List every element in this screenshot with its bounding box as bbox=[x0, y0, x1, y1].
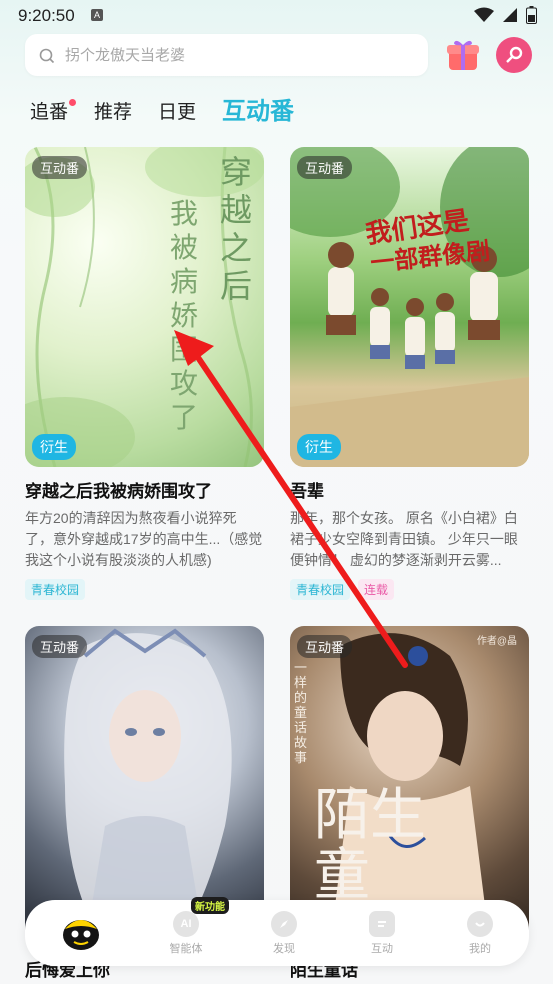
gamepad-icon bbox=[506, 46, 523, 63]
interact-icon bbox=[369, 910, 395, 937]
gift-icon[interactable] bbox=[446, 38, 480, 72]
tab-label: 互动番 bbox=[222, 98, 295, 125]
badge-interactive: 互动番 bbox=[297, 635, 353, 658]
nav-label: 智能体 bbox=[169, 942, 203, 955]
tag-genre[interactable]: 青春校园 bbox=[290, 579, 351, 600]
nav-agent[interactable]: 新功能 AI 智能体 bbox=[137, 896, 235, 956]
cover-vertical-text: 一样的童话故事 bbox=[294, 660, 308, 765]
cover-illustration bbox=[290, 147, 529, 467]
tab-interactive[interactable]: 互动番 bbox=[222, 91, 294, 132]
badge-derivative: 衍生 bbox=[297, 434, 341, 460]
notification-dot bbox=[69, 99, 77, 106]
tab-following[interactable]: 追番 bbox=[30, 97, 77, 132]
search-row bbox=[25, 34, 535, 78]
status-bar: 9:20:50 A bbox=[0, 0, 553, 32]
card-description: 年方20的清辞因为熬夜看小说猝死了，意外穿越成17岁的高中生...（感觉我这个小… bbox=[25, 510, 263, 568]
tab-label: 追番 bbox=[30, 102, 69, 123]
cover-author: 作者@晶 bbox=[476, 636, 517, 647]
new-feature-badge: 新功能 bbox=[191, 896, 229, 914]
badge-interactive: 互动番 bbox=[32, 635, 88, 658]
badge-interactive: 互动番 bbox=[32, 156, 88, 179]
nav-label: 我的 bbox=[469, 942, 491, 955]
badge-derivative: 衍生 bbox=[32, 434, 76, 460]
content-card[interactable]: 我们这是 一部群像剧 互动番 衍生 吾辈 那年，那个女孩。 原名《小白裙》白裙子… bbox=[290, 147, 529, 600]
status-icons bbox=[474, 6, 537, 24]
tab-label: 推荐 bbox=[94, 102, 133, 123]
status-time: 9:20:50 bbox=[18, 6, 75, 25]
tab-recommend[interactable]: 推荐 bbox=[94, 97, 132, 132]
tab-label: 日更 bbox=[158, 102, 197, 123]
card-cover[interactable]: 作者@晶 一样的童话故事 陌生童 互动番 bbox=[290, 626, 529, 946]
wifi-icon bbox=[474, 7, 494, 22]
content-card[interactable]: 作者@晶 一样的童话故事 陌生童 互动番 bbox=[290, 626, 529, 946]
game-icon[interactable] bbox=[496, 37, 532, 73]
ai-icon: AI bbox=[173, 910, 199, 937]
card-title: 吾辈 bbox=[290, 482, 324, 501]
tag-row: 青春校园 连载 bbox=[290, 579, 529, 600]
cover-big-title: 陌生童 bbox=[314, 783, 426, 908]
profile-icon bbox=[467, 910, 493, 937]
nav-label: 互动 bbox=[371, 942, 393, 955]
content-card[interactable]: 互动番 bbox=[25, 626, 264, 946]
card-title: 穿越之后我被病娇围攻了 bbox=[25, 482, 212, 501]
cover-title-vertical: 穿越之后 bbox=[220, 153, 253, 305]
mascot-icon bbox=[63, 920, 99, 950]
search-input[interactable] bbox=[65, 34, 415, 76]
tab-daily[interactable]: 日更 bbox=[158, 97, 196, 132]
search-box[interactable] bbox=[25, 34, 428, 76]
nav-label: 发现 bbox=[273, 942, 295, 955]
tag-row: 青春校园 bbox=[25, 579, 264, 600]
tag-status[interactable]: 连载 bbox=[358, 579, 395, 600]
card-cover[interactable]: 我们这是 一部群像剧 互动番 衍生 bbox=[290, 147, 529, 467]
search-icon bbox=[39, 48, 55, 64]
cover-illustration bbox=[64, 628, 232, 946]
cover-subtitle-vertical: 我被病娇围攻了 bbox=[170, 197, 199, 434]
signal-icon bbox=[503, 8, 517, 22]
nav-profile[interactable]: 我的 bbox=[431, 910, 529, 956]
nav-discover[interactable]: 发现 bbox=[235, 910, 333, 956]
badge-interactive: 互动番 bbox=[297, 156, 353, 179]
tag-genre[interactable]: 青春校园 bbox=[25, 579, 86, 600]
card-cover[interactable]: 互动番 bbox=[25, 626, 264, 946]
discover-icon bbox=[271, 910, 297, 937]
nav-interact[interactable]: 互动 bbox=[333, 910, 431, 956]
category-tabs: 追番 推荐 日更 互动番 bbox=[30, 92, 294, 132]
notification-a-icon: A bbox=[91, 9, 103, 21]
nav-home[interactable] bbox=[25, 915, 137, 951]
content-card[interactable]: 穿越之后 我被病娇围攻了 互动番 衍生 穿越之后我被病娇围攻了 年方20的清辞因… bbox=[25, 147, 264, 600]
bottom-nav: 新功能 AI 智能体 发现 互动 我的 bbox=[25, 896, 529, 966]
card-description: 那年，那个女孩。 原名《小白裙》白裙子少女空降到青田镇。 少年只一眼便钟情！ 虚… bbox=[290, 510, 518, 568]
card-cover[interactable]: 穿越之后 我被病娇围攻了 互动番 衍生 bbox=[25, 147, 264, 467]
battery-icon bbox=[526, 6, 537, 24]
